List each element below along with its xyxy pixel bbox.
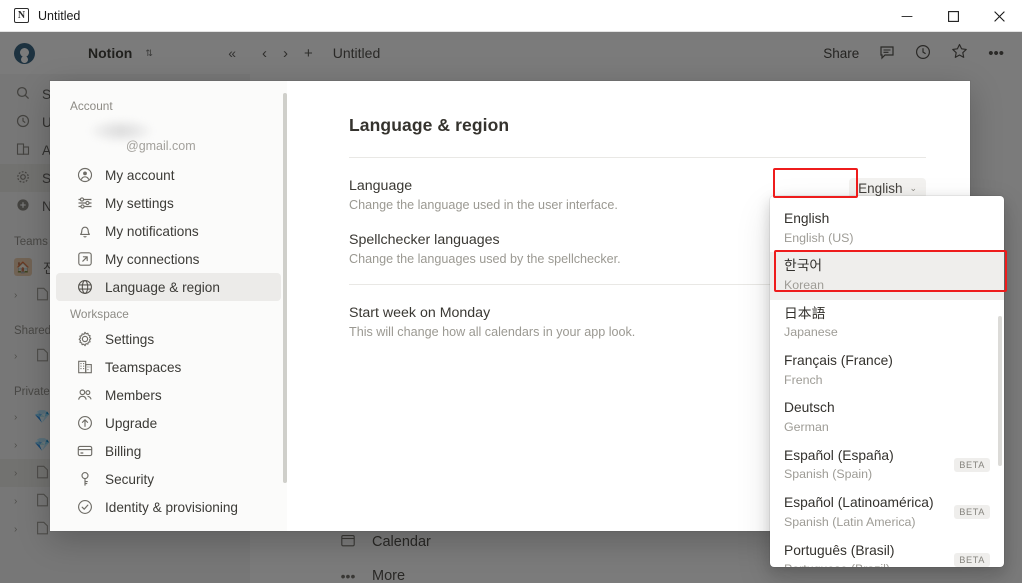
sidebar-label-security: Security bbox=[105, 471, 155, 487]
sidebar-label-my-connections: My connections bbox=[105, 251, 200, 267]
sidebar-label-billing: Billing bbox=[105, 443, 142, 459]
gear-icon bbox=[76, 331, 93, 348]
language-dropdown-menu: English English (US) 한국어 Korean 日本語 Japa… bbox=[770, 196, 1004, 567]
close-button[interactable] bbox=[976, 0, 1022, 32]
sidebar-item-members[interactable]: Members bbox=[56, 381, 281, 409]
sidebar-label-my-notifications: My notifications bbox=[105, 223, 199, 239]
language-english-name: Japanese bbox=[784, 325, 838, 340]
language-native-name: Português (Brasil) bbox=[784, 542, 895, 558]
language-select-value: English bbox=[858, 181, 903, 196]
maximize-button[interactable] bbox=[930, 0, 976, 32]
window-titlebar: N Untitled — bbox=[0, 0, 1022, 32]
minimize-button[interactable]: — bbox=[884, 0, 930, 32]
language-option-english[interactable]: English English (US) bbox=[770, 205, 1004, 252]
setting-desc-language: Change the language used in the user int… bbox=[349, 198, 618, 212]
sidebar-label-upgrade: Upgrade bbox=[105, 415, 158, 431]
language-option-portuguese-brazil[interactable]: Português (Brasil) Portuguese (Brazil) B… bbox=[770, 537, 1004, 567]
sidebar-label-my-settings: My settings bbox=[105, 195, 174, 211]
sidebar-item-my-settings[interactable]: My settings bbox=[56, 189, 281, 217]
sliders-icon bbox=[76, 195, 93, 212]
window-controls: — bbox=[884, 0, 1022, 32]
settings-sidebar: Account @gmail.com My account My setting… bbox=[50, 81, 287, 531]
language-option-spanish-spain[interactable]: Español (España) Spanish (Spain) BETA bbox=[770, 442, 1004, 489]
language-native-name: Français (France) bbox=[784, 353, 893, 369]
account-email: @gmail.com bbox=[126, 139, 196, 153]
sidebar-label-members: Members bbox=[105, 387, 162, 403]
people-icon bbox=[76, 387, 93, 404]
language-native-name: Español (España) bbox=[784, 447, 894, 463]
sidebar-item-upgrade[interactable]: Upgrade bbox=[56, 409, 281, 437]
sidebar-label-settings: Settings bbox=[105, 331, 155, 347]
sidebar-item-my-account[interactable]: My account bbox=[56, 161, 281, 189]
key-icon bbox=[76, 471, 93, 488]
language-native-name: 한국어 bbox=[784, 258, 823, 274]
window-title: Untitled bbox=[38, 8, 81, 23]
beta-badge: BETA bbox=[954, 505, 990, 520]
language-native-name: Español (Latinoamérica) bbox=[784, 495, 934, 511]
sidebar-item-security[interactable]: Security bbox=[56, 465, 281, 493]
language-native-name: 日本語 bbox=[784, 305, 826, 321]
language-option-german[interactable]: Deutsch German bbox=[770, 394, 1004, 441]
language-english-name: Spanish (Latin America) bbox=[784, 514, 916, 529]
language-english-name: Korean bbox=[784, 277, 824, 292]
bell-icon bbox=[76, 223, 93, 240]
setting-label-start-week: Start week on Monday bbox=[349, 305, 491, 321]
app-window: N Untitled — Notion ⇅ « ‹ › + bbox=[0, 0, 1022, 583]
language-native-name: Deutsch bbox=[784, 400, 835, 416]
account-identity[interactable]: @gmail.com bbox=[50, 117, 287, 161]
language-option-japanese[interactable]: 日本語 Japanese bbox=[770, 300, 1004, 347]
setting-label-language: Language bbox=[349, 178, 413, 194]
sidebar-label-identity-provisioning: Identity & provisioning bbox=[105, 499, 238, 515]
upgrade-arrow-icon bbox=[76, 415, 93, 432]
language-english-name: Portuguese (Brazil) bbox=[784, 561, 946, 567]
setting-desc-spellchecker: Change the languages used by the spellch… bbox=[349, 252, 621, 266]
language-english-name: French bbox=[784, 372, 823, 387]
settings-section-account: Account bbox=[70, 99, 113, 113]
setting-label-spellchecker: Spellchecker languages bbox=[349, 232, 500, 248]
language-option-korean[interactable]: 한국어 Korean bbox=[770, 252, 1004, 300]
language-option-spanish-latam[interactable]: Español (Latinoamérica) Spanish (Latin A… bbox=[770, 489, 1004, 536]
language-english-name: English (US) bbox=[784, 230, 854, 245]
user-circle-icon bbox=[76, 167, 93, 184]
beta-badge: BETA bbox=[954, 552, 990, 567]
arrow-box-icon bbox=[76, 251, 93, 268]
notion-logo-icon: N bbox=[14, 8, 29, 23]
setting-desc-start-week: This will change how all calendars in yo… bbox=[349, 325, 636, 339]
building-icon bbox=[76, 359, 93, 376]
language-option-french[interactable]: Français (France) French bbox=[770, 347, 1004, 394]
beta-badge: BETA bbox=[954, 457, 990, 472]
dropdown-scrollbar[interactable] bbox=[998, 316, 1002, 466]
sidebar-label-language-region: Language & region bbox=[105, 279, 220, 295]
sidebar-label-teamspaces: Teamspaces bbox=[105, 359, 182, 375]
language-native-name: English bbox=[784, 211, 830, 226]
sidebar-item-teamspaces[interactable]: Teamspaces bbox=[56, 353, 281, 381]
sidebar-item-billing[interactable]: Billing bbox=[56, 437, 281, 465]
chevron-down-icon: ⌄ bbox=[909, 183, 917, 193]
globe-icon bbox=[76, 279, 93, 296]
sidebar-item-identity-provisioning[interactable]: Identity & provisioning bbox=[56, 493, 281, 521]
sidebar-item-language-region[interactable]: Language & region bbox=[56, 273, 281, 301]
titlebar-left: N Untitled bbox=[0, 8, 80, 23]
language-english-name: Spanish (Spain) bbox=[784, 467, 873, 482]
settings-section-workspace: Workspace bbox=[70, 307, 129, 321]
sidebar-item-my-notifications[interactable]: My notifications bbox=[56, 217, 281, 245]
check-circle-icon bbox=[76, 499, 93, 516]
sidebar-item-settings[interactable]: Settings bbox=[56, 325, 281, 353]
credit-card-icon bbox=[76, 443, 93, 460]
page-title: Language & region bbox=[349, 115, 510, 135]
sidebar-label-my-account: My account bbox=[105, 167, 175, 183]
language-english-name: German bbox=[784, 420, 829, 435]
sidebar-item-my-connections[interactable]: My connections bbox=[56, 245, 281, 273]
